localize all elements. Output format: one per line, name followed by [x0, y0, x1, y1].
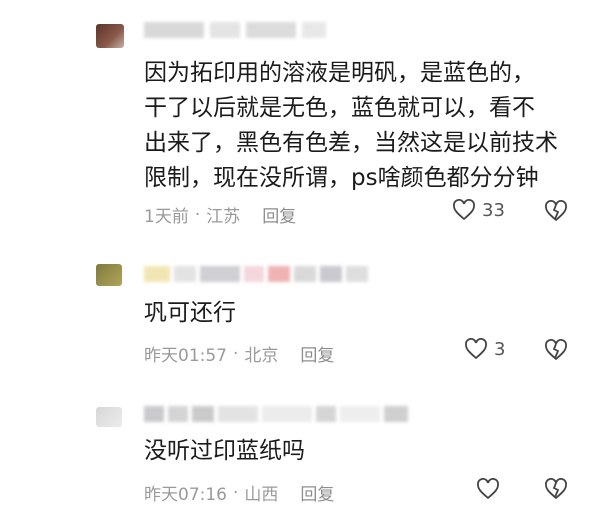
like-button[interactable]: 3: [464, 338, 505, 360]
separator: ·: [194, 204, 201, 225]
comment-meta: 昨天07:16 · 山西 回复: [144, 480, 334, 505]
dislike-button[interactable]: [543, 200, 569, 222]
username-redacted[interactable]: [144, 22, 326, 38]
comment-line: 巩可还行: [144, 300, 236, 326]
heart-outline-icon: [453, 199, 475, 221]
timestamp: 昨天07:16: [144, 485, 227, 505]
comment-line: 出来了，黑色有色差，当然这是以前技术: [144, 130, 558, 156]
comment-text: 巩可还行: [144, 296, 236, 331]
like-count: 3: [494, 338, 506, 360]
avatar[interactable]: [96, 407, 122, 427]
like-button[interactable]: [476, 478, 506, 500]
reply-button[interactable]: 回复: [300, 341, 334, 366]
like-count: 33: [482, 199, 505, 221]
separator: ·: [233, 482, 239, 503]
username-redacted[interactable]: [144, 266, 368, 282]
location: 江苏: [206, 207, 241, 227]
avatar[interactable]: [96, 24, 124, 48]
dislike-button[interactable]: [543, 478, 569, 500]
username-redacted[interactable]: [144, 406, 408, 422]
comment-line: 因为拓印用的溶液是明矾，是蓝色的，: [144, 60, 535, 86]
comment-meta: 昨天01:57 · 北京 回复: [144, 341, 334, 367]
broken-heart-icon: [545, 339, 567, 361]
separator: ·: [233, 343, 239, 364]
reply-button[interactable]: 回复: [262, 202, 296, 227]
location: 山西: [244, 485, 279, 505]
location: 北京: [244, 346, 279, 366]
heart-outline-icon: [465, 338, 487, 360]
reply-button[interactable]: 回复: [300, 480, 334, 505]
comment-line: 没听过印蓝纸吗: [144, 438, 305, 464]
comment-line: 限制，现在没所谓，ps啥颜色都分分钟: [144, 165, 539, 191]
comment-line: 干了以后就是无色，蓝色就可以，看不: [144, 95, 535, 121]
timestamp: 昨天01:57: [144, 346, 227, 366]
timestamp: 1天前: [144, 207, 189, 227]
broken-heart-icon: [545, 200, 567, 222]
like-button[interactable]: 33: [452, 199, 505, 221]
comment-text: 没听过印蓝纸吗: [144, 434, 305, 469]
dislike-button[interactable]: [543, 339, 569, 361]
comment-meta: 1天前 · 江苏 回复: [144, 202, 296, 228]
broken-heart-icon: [545, 478, 567, 500]
avatar[interactable]: [96, 264, 122, 286]
comment-text: 因为拓印用的溶液是明矾，是蓝色的， 干了以后就是无色，蓝色就可以，看不 出来了，…: [144, 56, 558, 196]
heart-outline-icon: [477, 478, 499, 500]
